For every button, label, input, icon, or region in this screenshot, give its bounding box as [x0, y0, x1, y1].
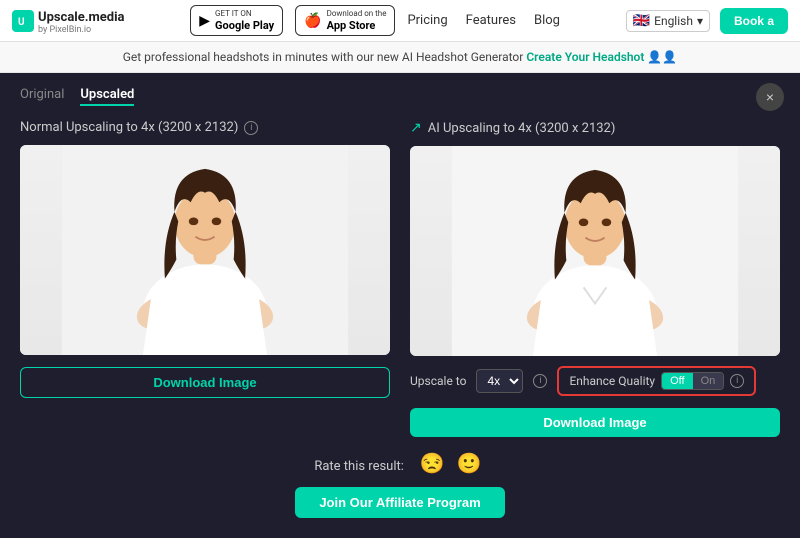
upscale-select[interactable]: 4x 2x	[476, 369, 523, 393]
promo-text: Get professional headshots in minutes wi…	[123, 50, 524, 64]
svg-text:U: U	[18, 17, 25, 28]
normal-upscaling-label: Normal Upscaling to 4x (3200 x 2132)	[20, 120, 238, 135]
google-play-icon: ▶	[199, 13, 210, 29]
navbar-right: 🇬🇧 English ▾ Book a	[626, 8, 788, 34]
flag-icon: 🇬🇧	[633, 13, 650, 29]
logo-section: U Upscale.media by PixelBin.io	[12, 6, 125, 35]
emoji-neutral[interactable]: 🙂	[457, 451, 482, 475]
chevron-down-icon: ▾	[697, 14, 703, 28]
google-play-badge[interactable]: ▶ GET IT ON Google Play	[190, 5, 283, 36]
promo-cta[interactable]: Create Your Headshot	[526, 50, 644, 64]
ai-upscaling-label: AI Upscaling to 4x (3200 x 2132)	[428, 121, 616, 136]
tabs: Original Upscaled	[20, 87, 780, 106]
enhance-quality-box: Enhance Quality Off On i	[557, 366, 756, 396]
info-icon-enhance[interactable]: i	[730, 374, 744, 388]
lang-label: English	[654, 14, 693, 28]
nav-pricing[interactable]: Pricing	[407, 13, 447, 28]
panel-controls: Upscale to 4x 2x i Enhance Quality Off O…	[410, 366, 780, 396]
panels: Normal Upscaling to 4x (3200 x 2132) i	[20, 120, 780, 437]
left-download-button[interactable]: Download Image	[20, 367, 390, 398]
affiliate-button[interactable]: Join Our Affiliate Program	[295, 487, 504, 518]
nav-features[interactable]: Features	[466, 13, 516, 28]
nav-links: Pricing Features Blog	[407, 13, 560, 28]
right-image-container	[410, 146, 780, 356]
app-store-text: Download on the App Store	[327, 9, 387, 32]
navbar: U Upscale.media by PixelBin.io ▶ GET IT …	[0, 0, 800, 42]
tab-upscaled[interactable]: Upscaled	[80, 87, 134, 106]
logo-sub: by PixelBin.io	[38, 25, 125, 35]
right-panel: ↗ AI Upscaling to 4x (3200 x 2132)	[410, 120, 780, 437]
upscale-to-label: Upscale to	[410, 374, 466, 388]
tab-original[interactable]: Original	[20, 87, 64, 106]
navbar-center: ▶ GET IT ON Google Play 🍎 Download on th…	[190, 5, 560, 36]
book-button[interactable]: Book a	[720, 8, 788, 34]
right-download-button[interactable]: Download Image	[410, 408, 780, 437]
close-button[interactable]: ×	[756, 83, 784, 111]
affiliate-section: Join Our Affiliate Program	[20, 487, 780, 518]
emoji-sad[interactable]: 😒	[420, 451, 445, 475]
left-image	[20, 145, 390, 355]
right-panel-title: ↗ AI Upscaling to 4x (3200 x 2132)	[410, 120, 780, 136]
toggle-group: Off On	[661, 372, 724, 390]
apple-icon: 🍎	[304, 13, 321, 29]
google-play-text: GET IT ON Google Play	[215, 9, 274, 32]
logo-text-block: Upscale.media by PixelBin.io	[38, 6, 125, 35]
promo-banner: Get professional headshots in minutes wi…	[0, 42, 800, 73]
right-image	[410, 146, 780, 356]
logo-name: Upscale.media	[38, 10, 125, 25]
logo-icon: U	[12, 10, 34, 32]
toggle-on-button[interactable]: On	[693, 373, 724, 389]
ai-upscale-icon: ↗	[410, 120, 422, 136]
left-panel: Normal Upscaling to 4x (3200 x 2132) i	[20, 120, 390, 437]
rating-section: Rate this result: 😒 🙂	[20, 451, 780, 475]
main-content: × Original Upscaled Normal Upscaling to …	[0, 73, 800, 538]
app-store-badge[interactable]: 🍎 Download on the App Store	[295, 5, 395, 36]
rating-label: Rate this result:	[314, 459, 404, 474]
nav-blog[interactable]: Blog	[534, 13, 560, 28]
left-image-container	[20, 145, 390, 355]
left-panel-title: Normal Upscaling to 4x (3200 x 2132) i	[20, 120, 390, 135]
headshot-icons: 👤👤	[647, 50, 677, 64]
language-selector[interactable]: 🇬🇧 English ▾	[626, 10, 710, 32]
info-icon-upscale[interactable]: i	[533, 374, 547, 388]
enhance-quality-label: Enhance Quality	[569, 374, 655, 388]
toggle-off-button[interactable]: Off	[662, 373, 692, 389]
info-icon-left[interactable]: i	[244, 121, 258, 135]
